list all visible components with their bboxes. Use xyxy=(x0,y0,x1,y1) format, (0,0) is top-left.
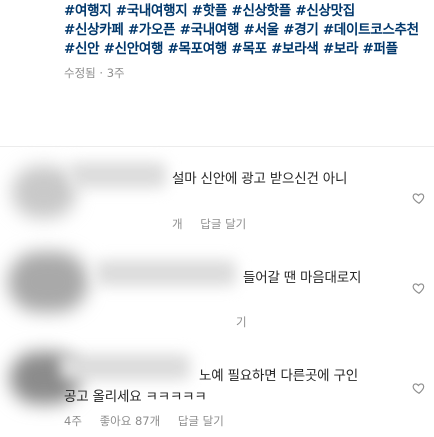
comment-thread: #여행지 #국내여행지 #핫플 #신상핫플 #신상맛집 #신상카페 #가오픈 #… xyxy=(0,0,434,437)
comment-text: 들어갈 땐 마음대로지 xyxy=(243,270,362,286)
comment-text-line-2: 공고 올리세요 ㅋㅋㅋㅋㅋ xyxy=(64,389,207,405)
comment-item: 들어갈 땐 마음대로지 기 xyxy=(0,248,434,338)
post-caption: #여행지 #국내여행지 #핫플 #신상핫플 #신상맛집 #신상카페 #가오픈 #… xyxy=(64,2,428,81)
comment-text-line-1: 노예 필요하면 다른곳에 구인 xyxy=(199,368,358,384)
username-redacted[interactable] xyxy=(60,354,190,380)
comment-meta: 4주 좋아요 87개 답글 달기 xyxy=(64,413,238,429)
avatar[interactable] xyxy=(8,252,88,312)
reply-button[interactable]: 답글 달기 xyxy=(178,414,224,428)
heart-outline-icon[interactable] xyxy=(412,281,426,295)
reply-button-partial[interactable]: 기 xyxy=(236,315,247,329)
comment-text: 설마 신안에 광고 받으신건 아니 xyxy=(172,171,348,187)
heart-outline-icon[interactable] xyxy=(412,381,426,395)
hashtag-line-2[interactable]: #신상카페 #가오픈 #국내여행 #서울 #경기 #데이트코스추천 xyxy=(64,21,428,40)
username-redacted[interactable] xyxy=(96,260,236,286)
divider xyxy=(0,146,434,147)
hashtag-line-3[interactable]: #신안 #신안여행 #목포여행 #목포 #보라색 #보라 #퍼플 xyxy=(64,40,428,59)
heart-outline-icon[interactable] xyxy=(412,191,426,205)
reply-button[interactable]: 답글 달기 xyxy=(200,217,246,231)
like-count[interactable]: 좋아요 87개 xyxy=(100,414,161,428)
username-redacted[interactable] xyxy=(70,162,166,188)
comment-meta: 개 답글 달기 xyxy=(172,216,260,232)
comment-item: 노예 필요하면 다른곳에 구인 공고 올리세요 ㅋㅋㅋㅋㅋ 4주 좋아요 87개… xyxy=(0,340,434,437)
comment-meta: 기 xyxy=(236,314,261,330)
hashtag-line-1[interactable]: #여행지 #국내여행지 #핫플 #신상핫플 #신상맛집 xyxy=(64,2,428,21)
caption-edited-meta: 수정됨 · 3주 xyxy=(64,66,125,80)
like-count-partial: 개 xyxy=(172,217,183,231)
avatar[interactable] xyxy=(12,166,76,218)
comment-item: 설마 신안에 광고 받으신건 아니 개 답글 달기 xyxy=(0,150,434,240)
comment-time: 4주 xyxy=(64,414,82,428)
